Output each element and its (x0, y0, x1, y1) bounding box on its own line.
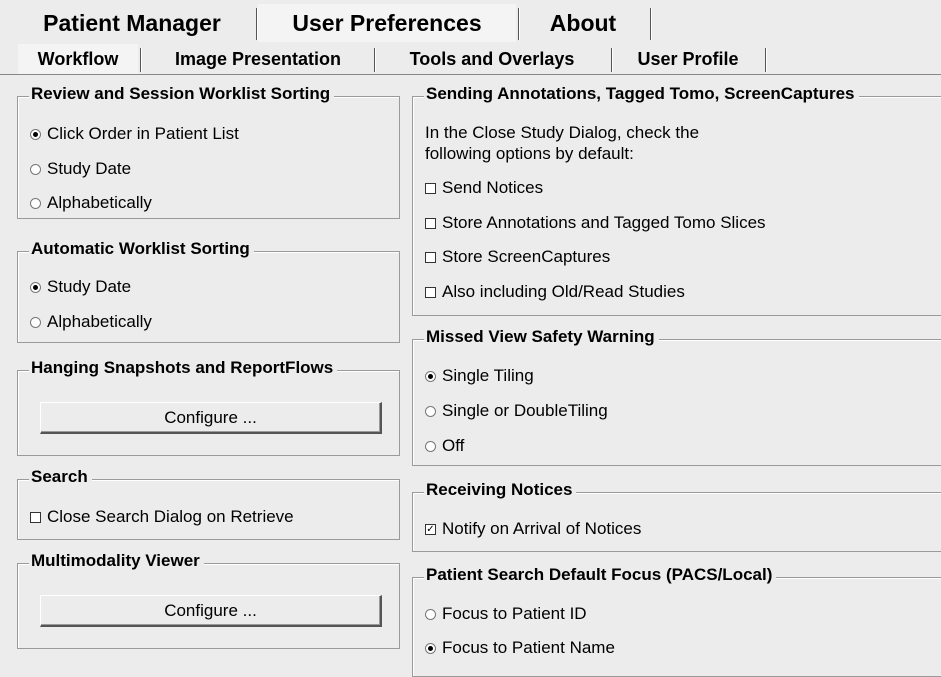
radio-alphabetically[interactable]: Alphabetically (30, 193, 152, 213)
radio-off[interactable]: Off (425, 436, 464, 456)
radio-click-order[interactable]: Click Order in Patient List (30, 124, 239, 144)
tab-user-preferences[interactable]: User Preferences (258, 4, 516, 42)
radio-focus-patient-id[interactable]: Focus to Patient ID (425, 604, 587, 624)
tab-separator (650, 8, 651, 40)
checkbox-notify-arrival[interactable]: ✓ Notify on Arrival of Notices (425, 519, 641, 539)
checkbox-send-notices[interactable]: Send Notices (425, 178, 543, 198)
checkbox-icon: ✓ (425, 523, 436, 535)
tab-tools-and-overlays[interactable]: Tools and Overlays (376, 44, 608, 74)
option-label: Alphabetically (47, 312, 152, 331)
group-title: Review and Session Worklist Sorting (29, 84, 335, 104)
radio-icon (425, 642, 436, 654)
option-label: Alphabetically (47, 193, 152, 212)
sending-annotations-group: Sending Annotations, Tagged Tomo, Screen… (412, 84, 941, 316)
option-label: Also including Old/Read Studies (442, 282, 685, 301)
checkbox-close-search-dialog[interactable]: Close Search Dialog on Retrieve (30, 507, 294, 527)
option-label: Study Date (47, 159, 132, 178)
radio-icon (425, 405, 436, 417)
option-label: Notify on Arrival of Notices (442, 519, 642, 538)
option-label: Click Order in Patient List (47, 124, 239, 143)
radio-icon (425, 440, 436, 452)
option-label: Off (442, 436, 465, 455)
tab-patient-manager[interactable]: Patient Manager (8, 4, 256, 42)
option-label: Study Date (47, 277, 132, 296)
radio-icon (30, 128, 41, 140)
receiving-notices-group: Receiving Notices ✓ Notify on Arrival of… (412, 480, 941, 552)
auto-sorting-group: Automatic Worklist Sorting Study Date Al… (17, 239, 400, 343)
tab-separator (611, 48, 612, 72)
missed-view-group: Missed View Safety Warning Single Tiling… (412, 327, 941, 466)
description-line: In the Close Study Dialog, check the (425, 123, 700, 142)
description-line: following options by default: (425, 144, 634, 163)
option-label: Close Search Dialog on Retrieve (47, 507, 294, 526)
tab-user-profile[interactable]: User Profile (613, 44, 763, 74)
checkbox-icon (425, 217, 436, 229)
radio-study-date[interactable]: Study Date (30, 159, 131, 179)
group-title: Sending Annotations, Tagged Tomo, Screen… (424, 84, 859, 104)
checkbox-icon (30, 511, 41, 523)
group-title: Automatic Worklist Sorting (29, 239, 254, 259)
tab-separator (374, 48, 375, 72)
group-title: Search (29, 467, 92, 487)
option-label: Store ScreenCaptures (442, 247, 611, 266)
checkbox-icon (425, 286, 436, 298)
tab-separator (518, 8, 519, 40)
radio-single-or-double-tiling[interactable]: Single or DoubleTiling (425, 401, 608, 421)
radio-icon (425, 370, 436, 382)
radio-alphabetically[interactable]: Alphabetically (30, 312, 152, 332)
group-title: Hanging Snapshots and ReportFlows (29, 358, 338, 378)
option-label: Single Tiling (442, 366, 534, 385)
checkbox-icon (425, 182, 436, 194)
radio-focus-patient-name[interactable]: Focus to Patient Name (425, 638, 615, 658)
option-label: Focus to Patient Name (442, 638, 615, 657)
radio-study-date[interactable]: Study Date (30, 277, 131, 297)
radio-icon (30, 163, 41, 175)
group-title: Missed View Safety Warning (424, 327, 659, 347)
multimodality-group: Multimodality Viewer Configure ... (17, 551, 400, 649)
patient-search-focus-group: Patient Search Default Focus (PACS/Local… (412, 565, 941, 677)
tab-image-presentation[interactable]: Image Presentation (142, 44, 374, 74)
sending-description: In the Close Study Dialog, check the fol… (425, 122, 699, 164)
top-tab-bar: Patient Manager User Preferences About (0, 0, 941, 44)
option-label: Single or DoubleTiling (442, 401, 608, 420)
search-group: Search Close Search Dialog on Retrieve (17, 467, 400, 540)
tab-workflow[interactable]: Workflow (18, 44, 138, 74)
tab-about[interactable]: About (520, 4, 646, 42)
radio-icon (425, 608, 436, 620)
hanging-snapshots-group: Hanging Snapshots and ReportFlows Config… (17, 358, 400, 456)
checkbox-store-screencaptures[interactable]: Store ScreenCaptures (425, 247, 610, 267)
checkbox-include-old-studies[interactable]: Also including Old/Read Studies (425, 282, 685, 302)
group-title: Multimodality Viewer (29, 551, 204, 571)
option-label: Send Notices (442, 178, 544, 197)
checkbox-icon (425, 251, 436, 263)
configure-multimodality-button[interactable]: Configure ... (40, 595, 382, 627)
radio-single-tiling[interactable]: Single Tiling (425, 366, 534, 386)
tab-divider (0, 74, 941, 75)
review-sorting-group: Review and Session Worklist Sorting Clic… (17, 84, 400, 219)
option-label: Store Annotations and Tagged Tomo Slices (442, 213, 766, 232)
radio-icon (30, 316, 41, 328)
group-title: Receiving Notices (424, 480, 577, 500)
option-label: Focus to Patient ID (442, 604, 587, 623)
configure-hanging-button[interactable]: Configure ... (40, 402, 382, 434)
tab-separator (140, 48, 141, 72)
tab-separator (765, 48, 766, 72)
radio-icon (30, 281, 41, 293)
group-title: Patient Search Default Focus (PACS/Local… (424, 565, 777, 585)
tab-separator (256, 8, 257, 40)
checkbox-store-annotations[interactable]: Store Annotations and Tagged Tomo Slices (425, 213, 766, 233)
radio-icon (30, 197, 41, 209)
